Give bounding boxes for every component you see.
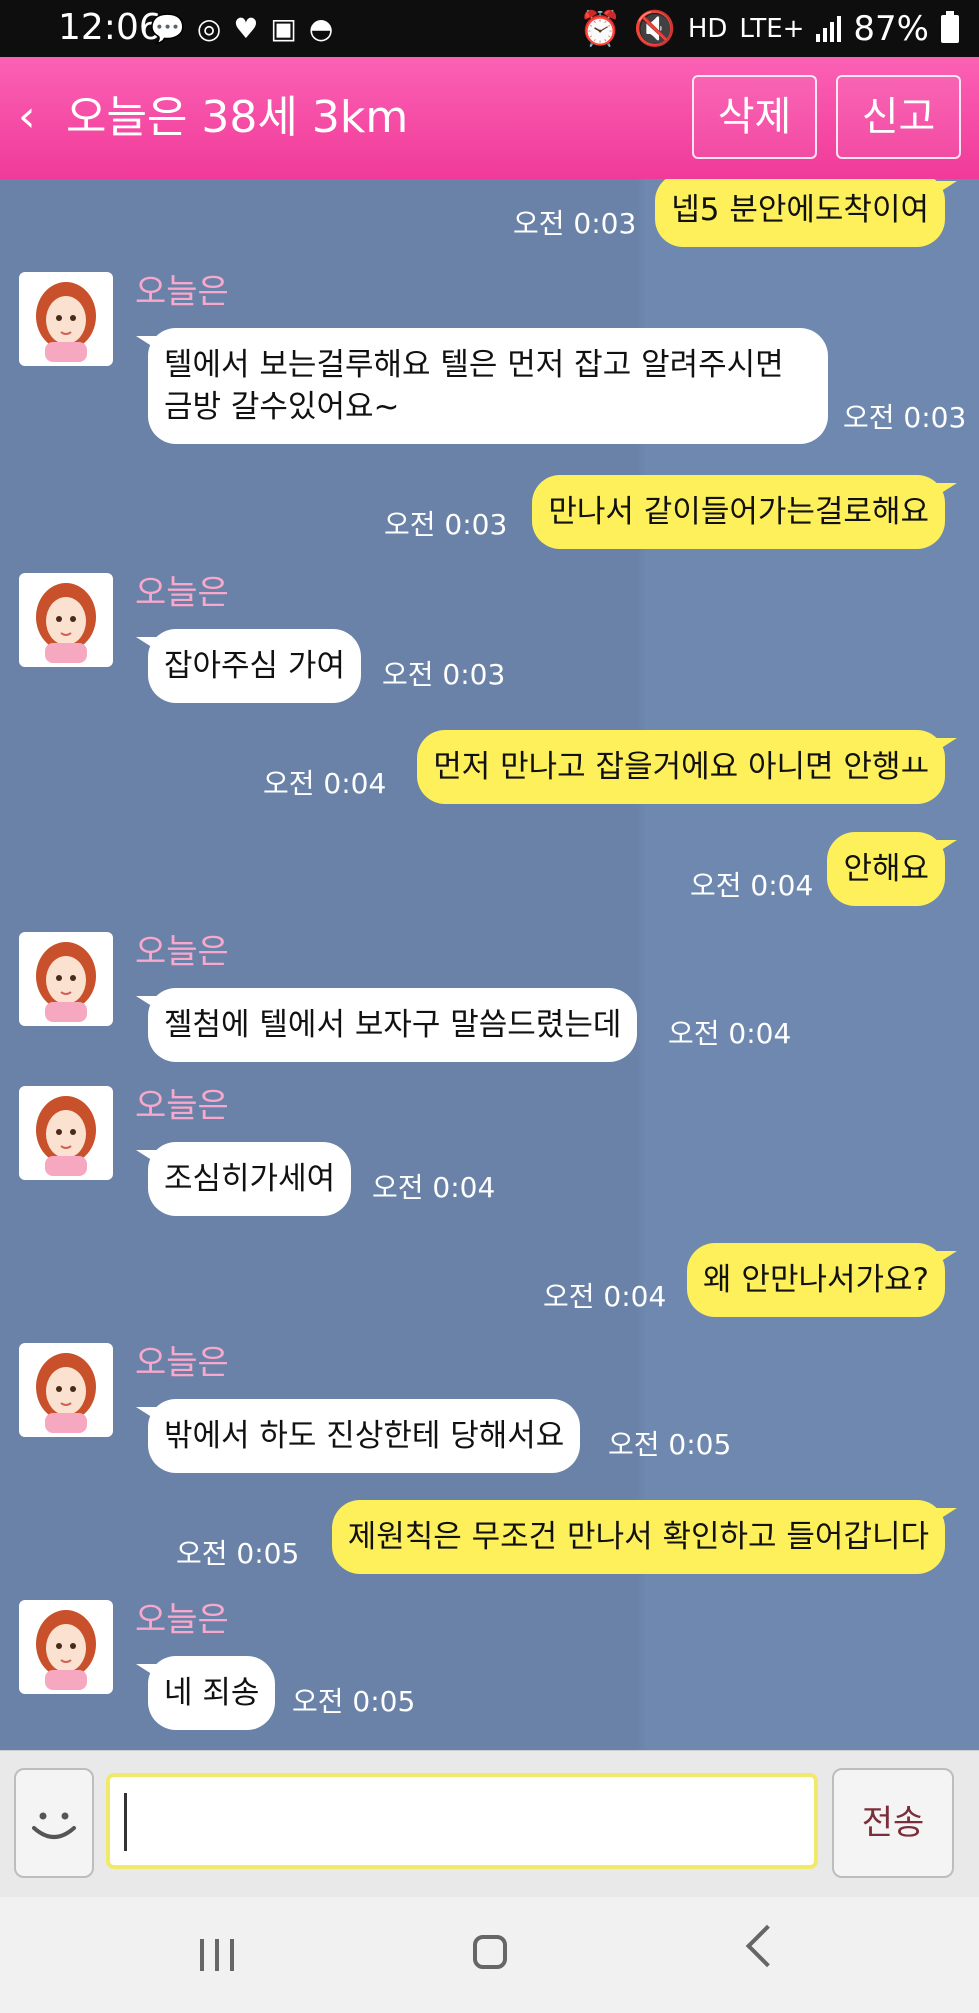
message-time: 오전 0:03 <box>384 508 508 541</box>
my-message-bubble[interactable]: 제원칙은 무조건 만나서 확인하고 들어갑니다 <box>331 1500 958 1574</box>
message-row: 오늘은 네 죄송 오전 0:05 <box>0 1600 979 1730</box>
message-time: 오전 0:04 <box>690 869 814 902</box>
image-icon: ▣ <box>270 12 309 45</box>
message-time: 오전 0:03 <box>843 401 967 434</box>
message-row: 오늘은 밖에서 하도 진상한테 당해서요 오전 0:05 <box>0 1343 979 1473</box>
my-message-bubble[interactable]: 먼저 만나고 잡을거에요 아니면 안행ㅛ <box>417 730 957 804</box>
message-row: 오늘은 젤첨에 텔에서 보자구 말씀드렸는데 오전 0:04 <box>0 932 979 1062</box>
message-time: 오전 0:04 <box>372 1171 496 1204</box>
sender-name: 오늘은 <box>135 573 229 613</box>
message-row: 오늘은 조심히가세여 오전 0:04 <box>0 1086 979 1216</box>
send-button[interactable]: 전송 <box>832 1768 954 1878</box>
heart-icon: ♥ <box>233 12 271 45</box>
mute-icon: 🔇 <box>633 9 676 49</box>
status-right: ⏰ 🔇 HD LTE+ 87% <box>579 9 959 49</box>
message-time: 오전 0:03 <box>382 658 506 691</box>
my-message-bubble[interactable]: 넵5 분안에도착이여 <box>655 179 957 247</box>
battery-icon <box>941 11 959 43</box>
their-message-bubble[interactable]: 잡아주심 가여 <box>136 629 361 703</box>
their-message-bubble[interactable]: 조심히가세여 <box>135 1142 352 1216</box>
sender-name: 오늘은 <box>135 1600 229 1640</box>
message-row: 오늘은 텔에서 보는걸루해요 텔은 먼저 잡고 알려주시면 금방 갈수있어요~ … <box>0 272 979 444</box>
signal-icon <box>816 16 842 42</box>
message-time: 오전 0:03 <box>513 207 637 240</box>
my-message-bubble[interactable]: 안해요 <box>827 832 957 906</box>
talk-icon: 💬 <box>150 12 197 45</box>
chat-area[interactable]: 오전 0:03 넵5 분안에도착이여 오늘은 텔에서 보는걸루해요 텔은 먼저 … <box>0 179 979 1750</box>
sender-name: 오늘은 <box>135 932 229 972</box>
system-nav-bar <box>0 1897 979 2013</box>
message-time: 오전 0:04 <box>668 1017 792 1050</box>
message-row: 오늘은 잡아주심 가여 오전 0:03 <box>0 573 979 703</box>
sender-name: 오늘은 <box>135 1343 229 1383</box>
avatar[interactable] <box>19 1086 113 1180</box>
avatar-icon <box>36 583 96 663</box>
message-row: 오전 0:03 넵5 분안에도착이여 <box>0 179 979 259</box>
message-row: 오전 0:04 먼저 만나고 잡을거에요 아니면 안행ㅛ <box>0 730 979 810</box>
avatar[interactable] <box>19 932 113 1026</box>
alarm-icon: ⏰ <box>579 9 622 49</box>
sender-name: 오늘은 <box>135 272 229 312</box>
message-time: 오전 0:05 <box>176 1537 300 1570</box>
sender-name: 오늘은 <box>135 1086 229 1126</box>
message-line: 텔에서 보는걸루해요 텔은 먼저 잡고 알려주시면 <box>164 347 784 383</box>
avatar-icon <box>36 1610 96 1690</box>
chat-title: 오늘은 38세 3km <box>66 92 409 143</box>
chat-header: ‹ 오늘은 38세 3km 삭제 신고 <box>0 57 979 179</box>
message-row: 오전 0:04 왜 안만나서가요? <box>0 1243 979 1323</box>
my-message-bubble[interactable]: 만나서 같이들어가는걸로해요 <box>532 475 957 549</box>
avatar-icon <box>36 1353 96 1433</box>
message-row: 오전 0:03 만나서 같이들어가는걸로해요 <box>0 475 979 555</box>
instagram-icon: ◎ <box>196 12 234 45</box>
message-row: 오전 0:05 제원칙은 무조건 만나서 확인하고 들어갑니다 <box>0 1500 979 1580</box>
message-input-bar: 전송 <box>0 1750 979 1898</box>
message-line: 금방 갈수있어요~ <box>164 389 400 425</box>
home-icon[interactable] <box>473 1935 507 1969</box>
avatar-icon <box>36 282 96 362</box>
message-row: 오전 0:04 안해요 <box>0 832 979 912</box>
message-time: 오전 0:04 <box>263 767 387 800</box>
message-time: 오전 0:04 <box>543 1280 667 1313</box>
smiley-icon <box>32 1812 76 1839</box>
text-cursor <box>124 1793 127 1851</box>
report-button[interactable]: 신고 <box>836 75 961 159</box>
delete-button[interactable]: 삭제 <box>692 75 817 159</box>
status-bar: 12:06 💬◎♥▣◓ ⏰ 🔇 HD LTE+ 87% <box>0 0 979 57</box>
avatar[interactable] <box>19 272 113 366</box>
notification-icons: 💬◎♥▣◓ <box>150 12 345 45</box>
their-message-bubble[interactable]: 네 죄송 <box>135 1656 276 1730</box>
hd-badge: HD <box>687 14 728 44</box>
back-arrow-icon[interactable]: ‹ <box>18 92 58 142</box>
their-message-bubble[interactable]: 젤첨에 텔에서 보자구 말씀드렸는데 <box>135 988 638 1062</box>
emoji-button[interactable] <box>14 1768 94 1878</box>
incognito-icon: ◓ <box>308 12 346 45</box>
my-message-bubble[interactable]: 왜 안만나서가요? <box>687 1243 957 1317</box>
their-message-bubble[interactable]: 밖에서 하도 진상한테 당해서요 <box>135 1399 581 1473</box>
avatar[interactable] <box>19 1600 113 1694</box>
system-back-icon[interactable] <box>745 1924 789 1968</box>
their-message-bubble[interactable]: 텔에서 보는걸루해요 텔은 먼저 잡고 알려주시면 금방 갈수있어요~ <box>136 328 828 444</box>
avatar-icon <box>36 1096 96 1176</box>
avatar[interactable] <box>19 1343 113 1437</box>
avatar-icon <box>36 942 96 1022</box>
avatar[interactable] <box>19 573 113 667</box>
status-time: 12:06 <box>58 7 162 48</box>
message-input[interactable] <box>106 1773 818 1869</box>
network-label: LTE+ <box>739 14 805 44</box>
recent-apps-icon[interactable] <box>200 1939 234 1971</box>
message-time: 오전 0:05 <box>608 1428 732 1461</box>
message-time: 오전 0:05 <box>292 1685 416 1718</box>
battery-percent: 87% <box>853 9 929 49</box>
